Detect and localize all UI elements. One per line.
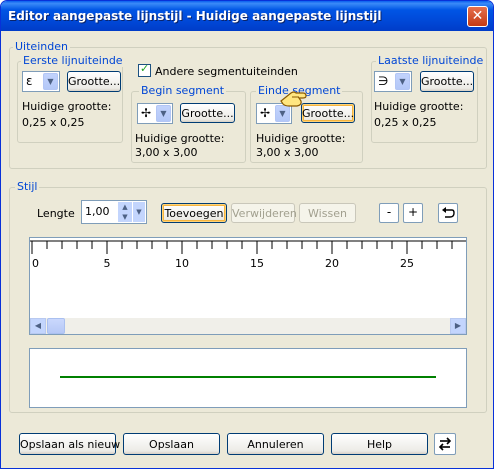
first-end-size-button[interactable]: Grootte... (67, 71, 121, 92)
first-end-legend: Eerste lijnuiteinde (21, 54, 125, 67)
last-end-legend: Laatste lijnuiteinde (376, 54, 486, 67)
line-style-editor-window: Editor aangepaste lijnstijl - Huidige aa… (0, 0, 494, 469)
clear-button: Wissen (299, 203, 356, 223)
scroll-thumb[interactable] (47, 318, 65, 334)
save-button[interactable]: Opslaan (123, 433, 220, 455)
begin-segment-legend: Begin segment (139, 84, 227, 97)
switch-view-button[interactable] (434, 433, 456, 455)
cancel-button[interactable]: Annuleren (227, 433, 324, 455)
first-end-current-value: 0,25 x 0,25 (22, 116, 85, 129)
end-segment-size-button[interactable]: Grootte... (301, 103, 355, 123)
begin-segment-size-button[interactable]: Grootte... (180, 103, 235, 123)
save-as-new-button[interactable]: Opslaan als nieuw (19, 433, 120, 455)
ruler-label: 15 (250, 257, 264, 270)
spin-down-icon[interactable]: ▼ (118, 212, 132, 222)
checkmark-icon: ✓ (140, 62, 150, 75)
begin-segment-current-label: Huidige grootte: (135, 132, 225, 145)
ruler-canvas[interactable]: 0 5 10 15 20 25 ◀ ▶ (29, 237, 467, 335)
chevron-down-icon: ▼ (395, 73, 410, 90)
style-legend: Stijl (15, 180, 40, 193)
add-button[interactable]: Toevoegen (161, 203, 227, 223)
zoom-out-button[interactable]: - (379, 203, 399, 223)
hand-pointer-icon (280, 91, 307, 107)
ruler-label: 10 (175, 257, 189, 270)
window-title: Editor aangepaste lijnstijl - Huidige aa… (8, 9, 382, 23)
ends-legend: Uiteinden (13, 40, 70, 53)
last-end-size-button[interactable]: Grootte... (420, 71, 474, 92)
chevron-down-icon: ▼ (156, 105, 171, 122)
title-bar: Editor aangepaste lijnstijl - Huidige aa… (1, 1, 493, 31)
chevron-down-icon[interactable]: ▼ (133, 202, 145, 222)
first-end-glyph: ε (26, 74, 33, 88)
segment-ends-checkbox[interactable]: ✓ (138, 62, 151, 77)
first-end-current-label: Huidige grootte: (22, 100, 112, 113)
close-button[interactable]: ✕ (467, 6, 488, 27)
begin-segment-current-value: 3,00 x 3,00 (135, 146, 198, 159)
ruler-label: 0 (32, 257, 39, 270)
last-end-current-label: Huidige grootte: (374, 100, 464, 113)
help-button[interactable]: Help (331, 433, 428, 455)
length-value: 1,00 (85, 205, 110, 218)
begin-segment-dropdown[interactable]: ✢ ▼ (137, 103, 173, 124)
segment-ends-label[interactable]: Andere segmentuiteinden (155, 65, 298, 78)
end-segment-current-label: Huidige grootte: (256, 132, 346, 145)
last-end-dropdown[interactable]: ∋ ▼ (374, 71, 412, 92)
last-end-glyph: ∋ (378, 74, 389, 88)
ruler: 0 5 10 15 20 25 (30, 240, 466, 270)
ruler-label: 25 (400, 257, 414, 270)
end-segment-current-value: 3,00 x 3,00 (256, 146, 319, 159)
preview-line (60, 376, 436, 378)
ruler-label: 20 (325, 257, 339, 270)
scroll-left-icon[interactable]: ◀ (30, 318, 46, 334)
chevron-down-icon: ▼ (43, 73, 58, 90)
first-end-dropdown[interactable]: ε ▼ (22, 71, 60, 92)
remove-button: Verwijderen (231, 203, 297, 223)
length-spinner[interactable]: 1,00 ▲ ▼ ▼ (81, 200, 147, 224)
scroll-right-icon[interactable]: ▶ (450, 318, 466, 334)
reset-view-button[interactable] (438, 203, 458, 223)
undo-icon (442, 207, 455, 218)
last-end-current-value: 0,25 x 0,25 (374, 116, 437, 129)
zoom-in-button[interactable]: + (403, 203, 423, 223)
ruler-label: 5 (104, 257, 111, 270)
spin-up-icon[interactable]: ▲ (118, 202, 132, 212)
length-label: Lengte (37, 207, 75, 220)
preview-pane (29, 348, 467, 408)
horizontal-scrollbar[interactable]: ◀ ▶ (30, 318, 466, 334)
end-segment-glyph: ✢ (260, 106, 271, 120)
begin-segment-glyph: ✢ (141, 106, 152, 120)
swap-arrows-icon (438, 437, 452, 451)
